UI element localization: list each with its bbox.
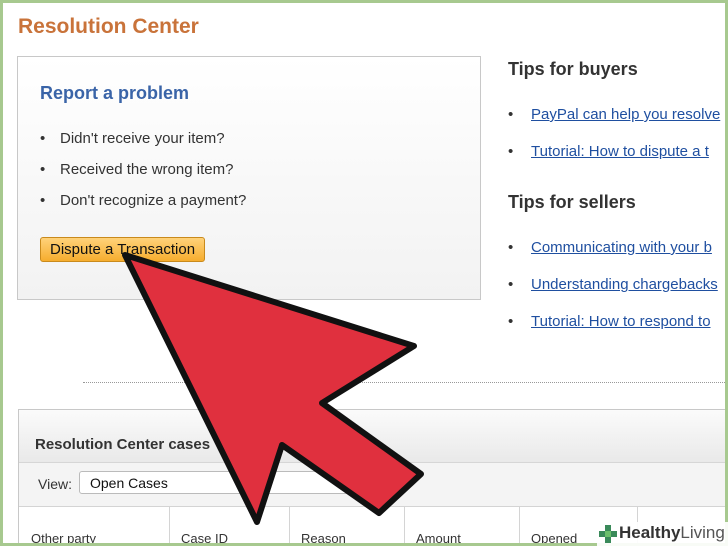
problem-list: Didn't receive your item? Received the w… <box>40 129 246 222</box>
watermark-brand-light: Living <box>680 523 725 542</box>
column-label: Reason <box>301 531 346 546</box>
tips-sellers-list: Communicating with your b Understanding … <box>508 238 718 349</box>
watermark-text: HealthyLiving <box>619 523 725 543</box>
cases-header: Resolution Center cases <box>19 410 725 463</box>
list-item: Received the wrong item? <box>40 160 246 191</box>
tips-buyers-list: PayPal can help you resolve Tutorial: Ho… <box>508 105 720 179</box>
list-item: Tutorial: How to dispute a t <box>508 142 720 179</box>
watermark: HealthyLiving <box>597 522 728 546</box>
tips-sellers-heading: Tips for sellers <box>508 192 636 212</box>
screenshot-frame: Resolution Center Report a problem Didn'… <box>0 0 728 546</box>
watermark-brand-bold: Healthy <box>619 523 681 542</box>
dispute-transaction-button[interactable]: Dispute a Transaction <box>40 237 206 262</box>
tips-for-buyers: Tips for buyers PayPal can help you reso… <box>508 59 720 179</box>
column-header[interactable]: Reason <box>289 507 405 546</box>
list-item: Don't recognize a payment? <box>40 191 246 222</box>
tip-link[interactable]: PayPal can help you resolve <box>531 106 720 123</box>
list-item: Understanding chargebacks <box>508 275 718 312</box>
tips-buyers-heading: Tips for buyers <box>508 59 638 79</box>
tip-link[interactable]: Tutorial: How to respond to <box>531 313 711 330</box>
view-select[interactable]: Open Cases <box>79 471 379 494</box>
column-label: Opened <box>531 531 578 546</box>
column-header[interactable]: Other party <box>19 507 170 546</box>
list-item: Tutorial: How to respond to <box>508 312 718 349</box>
list-item: Didn't receive your item? <box>40 129 246 160</box>
page-title: Resolution Center <box>18 15 199 38</box>
tip-link[interactable]: Communicating with your b <box>531 239 712 256</box>
tips-for-sellers: Tips for sellers Communicating with your… <box>508 192 718 349</box>
column-label: Amount <box>416 531 461 546</box>
tip-link[interactable]: Tutorial: How to dispute a t <box>531 143 709 160</box>
tip-link[interactable]: Understanding chargebacks <box>531 276 718 293</box>
column-header[interactable]: Case ID <box>169 507 290 546</box>
list-item: PayPal can help you resolve <box>508 105 720 142</box>
column-label: Case ID <box>181 531 228 546</box>
report-problem-title: Report a problem <box>40 83 190 103</box>
health-cross-icon <box>599 525 617 543</box>
divider <box>83 382 725 383</box>
column-label: Other party <box>31 531 97 546</box>
view-label: View: <box>38 476 72 492</box>
list-item: Communicating with your b <box>508 238 718 275</box>
report-problem-panel: Report a problem Didn't receive your ite… <box>17 56 481 300</box>
column-header[interactable]: Amount <box>404 507 520 546</box>
cases-title: Resolution Center cases <box>35 436 211 453</box>
